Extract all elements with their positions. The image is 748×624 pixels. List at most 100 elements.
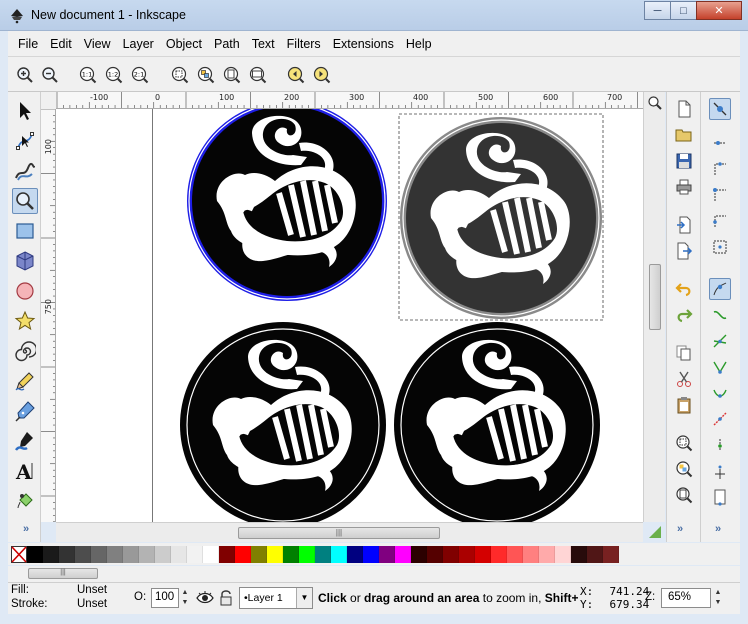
color-swatch[interactable]	[539, 545, 555, 563]
color-swatch[interactable]	[603, 545, 619, 563]
logo-black-bottom-left[interactable]	[180, 322, 386, 522]
menu-path[interactable]: Path	[208, 37, 246, 51]
text-tool[interactable]: A	[12, 458, 38, 484]
color-swatch[interactable]	[379, 545, 395, 563]
color-manage-corner-icon[interactable]	[647, 524, 663, 540]
color-swatch[interactable]	[347, 545, 363, 563]
snap-bbox-midpoint-toggle[interactable]	[709, 210, 731, 232]
minimize-button[interactable]: ─	[644, 1, 671, 20]
color-swatch[interactable]	[459, 545, 475, 563]
zoom-tool[interactable]	[12, 188, 38, 214]
drawing-canvas[interactable]	[56, 109, 643, 522]
export-button[interactable]	[673, 240, 695, 262]
menu-filters[interactable]: Filters	[281, 37, 327, 51]
menu-extensions[interactable]: Extensions	[327, 37, 400, 51]
vertical-ruler[interactable]: 100 750	[41, 109, 56, 522]
menu-help[interactable]: Help	[400, 37, 438, 51]
snap-rotation-center-toggle[interactable]	[709, 460, 731, 482]
menu-object[interactable]: Object	[160, 37, 208, 51]
snap-intersection-toggle[interactable]	[709, 330, 731, 352]
snap-cusp-toggle[interactable]	[709, 356, 731, 378]
zoom-page-button[interactable]	[222, 65, 242, 85]
color-swatch[interactable]	[123, 545, 139, 563]
zoom-previous-button[interactable]	[286, 65, 306, 85]
color-swatch[interactable]	[523, 545, 539, 563]
logo-gray[interactable]	[400, 117, 602, 319]
color-swatch[interactable]	[555, 545, 571, 563]
palette-scroll-thumb[interactable]: |||	[28, 568, 98, 579]
zoom-in-button[interactable]	[15, 65, 35, 85]
color-swatch[interactable]	[315, 545, 331, 563]
color-swatch[interactable]	[59, 545, 75, 563]
color-swatch[interactable]	[267, 545, 283, 563]
zoom-selection-right-button[interactable]	[673, 432, 695, 454]
copy-button[interactable]	[673, 342, 695, 364]
opacity-spinner[interactable]: ▲ ▼	[180, 588, 190, 608]
color-swatch[interactable]	[235, 545, 251, 563]
star-tool[interactable]	[12, 308, 38, 334]
snap-midpoint-toggle[interactable]	[709, 408, 731, 430]
color-swatch[interactable]	[427, 545, 443, 563]
color-swatch[interactable]	[363, 545, 379, 563]
open-button[interactable]	[673, 124, 695, 146]
color-swatch[interactable]	[203, 545, 219, 563]
zoom-selection-button[interactable]	[170, 65, 190, 85]
snap-more-chevron[interactable]: »	[715, 523, 721, 535]
redo-button[interactable]	[673, 304, 695, 326]
snap-page-border-toggle[interactable]	[709, 486, 731, 508]
color-swatch[interactable]	[475, 545, 491, 563]
menu-text[interactable]: Text	[246, 37, 281, 51]
vertical-scrollbar[interactable]	[643, 92, 665, 522]
zoom-out-button[interactable]	[40, 65, 60, 85]
no-paint-swatch[interactable]	[11, 545, 27, 563]
color-swatch[interactable]	[587, 545, 603, 563]
vertical-scroll-thumb[interactable]	[649, 264, 661, 330]
spiral-tool[interactable]	[12, 338, 38, 364]
palette-scrollbar[interactable]: |||	[8, 566, 740, 582]
paint-bucket-tool[interactable]	[12, 488, 38, 514]
color-swatch[interactable]	[283, 545, 299, 563]
menu-edit[interactable]: Edit	[44, 37, 78, 51]
color-swatch[interactable]	[443, 545, 459, 563]
undo-button[interactable]	[673, 278, 695, 300]
color-swatch[interactable]	[43, 545, 59, 563]
color-swatch[interactable]	[395, 545, 411, 563]
color-swatch[interactable]	[251, 545, 267, 563]
menu-view[interactable]: View	[78, 37, 117, 51]
color-swatch[interactable]	[187, 545, 203, 563]
zoom-spinner[interactable]: ▲ ▼	[713, 588, 723, 608]
fill-value[interactable]: Unset	[77, 584, 107, 596]
3d-box-tool[interactable]	[12, 248, 38, 274]
tweak-tool[interactable]	[12, 158, 38, 184]
pencil-tool[interactable]	[12, 368, 38, 394]
snap-bbox-corner-toggle[interactable]	[709, 184, 731, 206]
rectangle-tool[interactable]	[12, 218, 38, 244]
import-button[interactable]	[673, 214, 695, 236]
maximize-button[interactable]: □	[670, 1, 697, 20]
color-swatch[interactable]	[171, 545, 187, 563]
color-swatch[interactable]	[411, 545, 427, 563]
snap-bbox-toggle[interactable]	[709, 132, 731, 154]
color-swatch[interactable]	[507, 545, 523, 563]
zoom-input[interactable]: 65%	[661, 588, 711, 608]
color-swatch[interactable]	[107, 545, 123, 563]
color-swatch[interactable]	[571, 545, 587, 563]
color-swatch[interactable]	[299, 545, 315, 563]
zoom-corner-icon[interactable]	[647, 95, 663, 111]
snap-enable-toggle[interactable]	[709, 98, 731, 120]
logo-black-selected[interactable]	[187, 109, 387, 301]
color-swatch[interactable]	[139, 545, 155, 563]
commands-more-chevron[interactable]: »	[677, 523, 683, 535]
stroke-value[interactable]: Unset	[77, 598, 107, 610]
snap-object-center-toggle[interactable]	[709, 434, 731, 456]
new-document-button[interactable]	[673, 98, 695, 120]
horizontal-ruler[interactable]: -100 0 100 200 300 400 500 600 700	[56, 92, 643, 109]
pen-tool[interactable]	[12, 398, 38, 424]
selector-tool[interactable]	[12, 98, 38, 124]
snap-bbox-center-toggle[interactable]	[709, 236, 731, 258]
horizontal-scroll-thumb[interactable]: |||	[238, 527, 440, 539]
close-button[interactable]: ✕	[696, 1, 742, 20]
color-swatch[interactable]	[91, 545, 107, 563]
color-swatch[interactable]	[491, 545, 507, 563]
toolbox-more-chevron[interactable]: »	[23, 523, 29, 535]
